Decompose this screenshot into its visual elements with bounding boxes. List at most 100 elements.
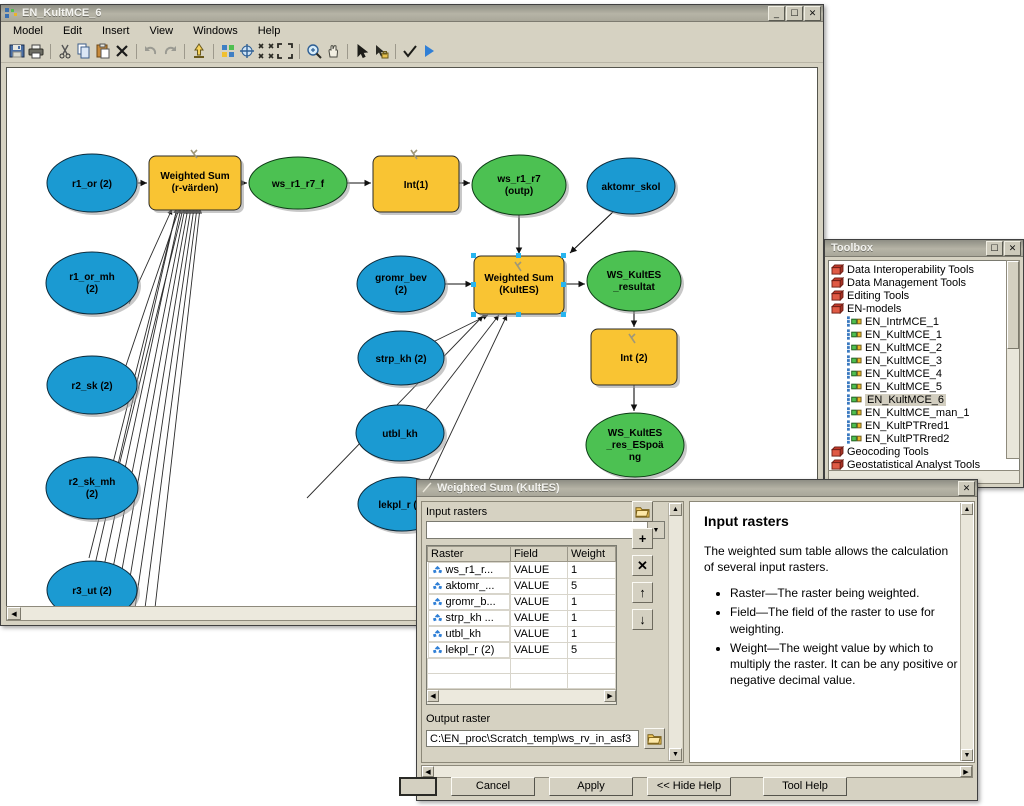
toolbox-item-en-kultptrred2[interactable]: EN_KultPTRred2 [831, 432, 1019, 445]
cell-weight[interactable]: 5 [567, 641, 616, 659]
toolbox-titlebar[interactable]: Toolbox ☐ ✕ [825, 240, 1023, 257]
toolbox-item-en-kultmce-5[interactable]: EN_KultMCE_5 [831, 380, 1019, 393]
table-row[interactable]: strp_kh ... VALUE 1 [427, 609, 616, 627]
toolbox-item-data-management-tools[interactable]: Data Management Tools [831, 276, 1019, 289]
param-scroll-up-arrow[interactable]: ▲ [669, 503, 682, 516]
node-int1[interactable]: Int(1) [372, 149, 462, 215]
run-icon[interactable] [421, 43, 437, 59]
table-row-empty[interactable] [427, 673, 616, 689]
help-pane[interactable]: Input rasters The weighted sum table all… [689, 501, 975, 763]
toolbox-tree[interactable]: Data Interoperability Tools Data Managem… [828, 260, 1020, 473]
toolbox-item-en-kultmce-1[interactable]: EN_KultMCE_1 [831, 328, 1019, 341]
move-down-button[interactable]: ↓ [632, 609, 653, 630]
cell-weight[interactable] [567, 673, 616, 689]
cut-icon[interactable] [57, 43, 73, 59]
cancel-button[interactable]: Cancel [451, 776, 535, 796]
input-rasters-combo[interactable]: ▼ [426, 521, 665, 539]
cell-field[interactable]: VALUE [510, 641, 568, 659]
table-row[interactable]: aktomr_... VALUE 5 [427, 577, 616, 595]
table-scroll-right-arrow[interactable]: ▶ [604, 690, 616, 702]
zoom-in-icon[interactable] [306, 43, 322, 59]
cell-weight[interactable] [567, 658, 616, 674]
copy-icon[interactable] [76, 43, 92, 59]
full-extent-icon[interactable] [239, 43, 255, 59]
node-ws_r1_r7_outp[interactable]: ws_r1_r7 (outp) [471, 154, 569, 218]
menu-view[interactable]: View [147, 24, 175, 38]
column-raster[interactable]: Raster [427, 546, 511, 562]
node-ws_kultes_res_espoang[interactable]: WS_KultES _res_ESpoä ng [585, 412, 687, 480]
cell-field[interactable] [510, 673, 568, 689]
tool-help-button[interactable]: Tool Help [763, 776, 847, 796]
help-vertical-scrollbar[interactable]: ▲ ▼ [960, 503, 973, 761]
connect-icon[interactable] [373, 43, 389, 59]
redo-icon[interactable] [162, 43, 178, 59]
maximize-button[interactable]: ☐ [786, 5, 803, 21]
input-rasters-value[interactable] [427, 522, 647, 538]
table-row[interactable]: gromr_b... VALUE 1 [427, 593, 616, 611]
cell-weight[interactable]: 5 [567, 577, 616, 595]
help-scroll-up-arrow[interactable]: ▲ [961, 503, 973, 515]
hide-help-button[interactable]: << Hide Help [647, 776, 731, 796]
cell-raster[interactable]: strp_kh ... [427, 610, 510, 626]
toolbox-scroll-thumb[interactable] [1007, 261, 1019, 349]
node-gromr_bev[interactable]: gromr_bev (2) [356, 255, 448, 315]
output-browse-button[interactable] [644, 728, 665, 749]
param-scroll-down-arrow[interactable]: ▼ [669, 748, 682, 761]
cell-weight[interactable]: 1 [567, 593, 616, 611]
toolbox-vertical-scrollbar[interactable] [1006, 260, 1020, 459]
menu-windows[interactable]: Windows [191, 24, 240, 38]
cell-raster[interactable]: ws_r1_r... [427, 562, 510, 578]
toolbox-item-en-kultmce-4[interactable]: EN_KultMCE_4 [831, 367, 1019, 380]
cell-weight[interactable]: 1 [567, 625, 616, 643]
rasters-table[interactable]: Raster Field Weight ws_r1_r... VALUE 1 akt… [426, 545, 617, 705]
dialog-close-button[interactable]: ✕ [958, 480, 975, 496]
ok-button[interactable] [399, 776, 437, 796]
node-strp_kh[interactable]: strp_kh (2) [357, 330, 447, 388]
apply-button[interactable]: Apply [549, 776, 633, 796]
node-r3_ut[interactable]: r3_ut (2) [46, 560, 140, 608]
menu-model[interactable]: Model [11, 24, 45, 38]
toolbox-item-en-kultptrred1[interactable]: EN_KultPTRred1 [831, 419, 1019, 432]
toolbox-item-en-kultmce-6[interactable]: EN_KultMCE_6 [831, 393, 1019, 406]
toolbox-item-data-interoperability-tools[interactable]: Data Interoperability Tools [831, 263, 1019, 276]
node-aktomr_skol[interactable]: aktomr_skol [586, 157, 678, 217]
auto-layout-icon[interactable] [220, 43, 236, 59]
cell-weight[interactable]: 1 [567, 609, 616, 627]
zoom-out-fixed-icon[interactable] [258, 43, 274, 59]
delete-icon[interactable] [114, 43, 130, 59]
cell-field[interactable]: VALUE [510, 561, 568, 579]
column-field[interactable]: Field [510, 546, 568, 562]
table-horizontal-scrollbar[interactable]: ◀ ▶ [427, 689, 616, 704]
model-menubar[interactable]: Model Edit Insert View Windows Help [1, 22, 823, 40]
node-ws_r1_r7_f[interactable]: ws_r1_r7_f [248, 156, 350, 212]
browse-rasters-button[interactable] [632, 501, 653, 522]
cell-raster[interactable]: aktomr_... [427, 578, 510, 594]
table-scroll-left-arrow[interactable]: ◀ [427, 690, 439, 702]
table-row[interactable]: ws_r1_r... VALUE 1 [427, 561, 616, 579]
menu-insert[interactable]: Insert [100, 24, 132, 38]
scroll-left-arrow[interactable]: ◀ [7, 607, 21, 620]
toolbox-item-en-kultmce-3[interactable]: EN_KultMCE_3 [831, 354, 1019, 367]
toolbox-close-button[interactable]: ✕ [1004, 240, 1021, 256]
cell-raster[interactable] [427, 673, 511, 689]
zoom-in-fixed-icon[interactable] [277, 43, 293, 59]
paste-icon[interactable] [95, 43, 111, 59]
column-weight[interactable]: Weight [567, 546, 616, 562]
table-row[interactable]: utbl_kh VALUE 1 [427, 625, 616, 643]
print-icon[interactable] [28, 43, 44, 59]
cell-field[interactable]: VALUE [510, 625, 568, 643]
select-icon[interactable] [354, 43, 370, 59]
cell-raster[interactable]: lekpl_r (2) [427, 642, 510, 658]
table-row-empty[interactable] [427, 658, 616, 674]
cell-raster[interactable] [427, 658, 511, 674]
dialog-titlebar[interactable]: Weighted Sum (KultES) ✕ [417, 480, 977, 497]
add-data-icon[interactable] [191, 43, 207, 59]
model-window-titlebar[interactable]: EN_KultMCE_6 _ ☐ ✕ [1, 5, 823, 22]
toolbox-item-en-models[interactable]: EN-models [831, 302, 1019, 315]
menu-edit[interactable]: Edit [61, 24, 84, 38]
cell-field[interactable] [510, 658, 568, 674]
cell-raster[interactable]: gromr_b... [427, 594, 510, 610]
remove-row-button[interactable]: ✕ [632, 555, 653, 576]
toolbox-maximize-button[interactable]: ☐ [986, 240, 1003, 256]
node-int2[interactable]: Int (2) [590, 328, 680, 388]
